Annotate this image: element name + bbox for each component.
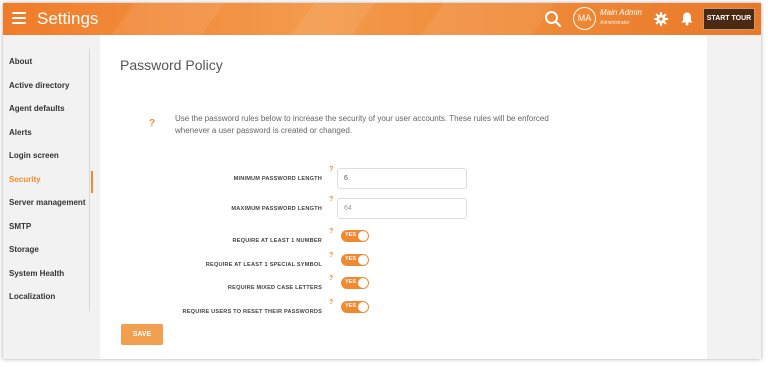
sidebar-item-login-screen[interactable]: Login screen (9, 147, 91, 165)
require-symbol-toggle[interactable]: YES (341, 254, 369, 266)
toggle-knob (358, 302, 368, 312)
require-reset-help-icon[interactable]: ? (329, 299, 333, 306)
start-tour-button[interactable]: START TOUR (703, 8, 755, 30)
max-length-help-icon[interactable]: ? (329, 196, 333, 203)
toggle-knob (358, 278, 368, 288)
toggle-state: YES (345, 256, 357, 262)
user-role: Administrator (600, 20, 630, 26)
menu-icon[interactable] (12, 12, 26, 24)
require-mixed-case-label: REQUIRE MIXED CASE LETTERS (227, 285, 322, 291)
require-reset-toggle[interactable]: YES (341, 301, 369, 313)
main-panel: Password Policy ? Use the password rules… (100, 35, 707, 359)
max-length-label: MAXIMUM PASSWORD LENGTH (231, 206, 322, 212)
max-length-input[interactable]: 64 (337, 198, 467, 219)
require-reset-label: REQUIRE USERS TO RESET THEIR PASSWORDS (182, 309, 322, 315)
sidebar: About Active directory Agent defaults Al… (3, 35, 100, 359)
search-icon[interactable] (544, 10, 562, 28)
sidebar-item-localization[interactable]: Localization (9, 288, 91, 306)
top-bar: Settings MA Main Admin Administrator STA… (3, 3, 761, 35)
header-decoration (421, 3, 555, 35)
sidebar-item-about[interactable]: About (9, 53, 91, 71)
min-length-input[interactable]: 6 (337, 168, 467, 189)
sidebar-item-agent-defaults[interactable]: Agent defaults (9, 100, 91, 118)
header-decoration (111, 3, 225, 35)
min-length-help-icon[interactable]: ? (329, 166, 333, 173)
app-window: Settings MA Main Admin Administrator STA… (3, 3, 761, 359)
gear-icon[interactable] (654, 12, 668, 26)
user-name[interactable]: Main Admin (600, 8, 642, 17)
require-symbol-help-icon[interactable]: ? (329, 252, 333, 259)
require-symbol-label: REQUIRE AT LEAST 1 SPECIAL SYMBOL (205, 262, 322, 268)
toggle-state: YES (345, 232, 357, 238)
toggle-state: YES (345, 279, 357, 285)
sidebar-item-alerts[interactable]: Alerts (9, 124, 91, 142)
bell-icon[interactable] (680, 11, 694, 26)
sidebar-item-storage[interactable]: Storage (9, 241, 91, 259)
sidebar-item-active-directory[interactable]: Active directory (9, 77, 91, 95)
sidebar-item-smtp[interactable]: SMTP (9, 218, 91, 236)
intro-text: Use the password rules below to increase… (175, 114, 549, 135)
save-button[interactable]: SAVE (121, 324, 163, 345)
toggle-knob (358, 255, 368, 265)
sidebar-item-security[interactable]: Security (9, 171, 93, 193)
avatar[interactable]: MA (573, 7, 596, 30)
toggle-knob (358, 231, 368, 241)
right-gutter (707, 35, 761, 359)
require-number-toggle[interactable]: YES (341, 230, 369, 242)
require-mixed-case-help-icon[interactable]: ? (329, 275, 333, 282)
header-decoration (291, 3, 375, 35)
require-number-help-icon[interactable]: ? (329, 228, 333, 235)
min-length-label: MINIMUM PASSWORD LENGTH (233, 176, 322, 182)
toggle-state: YES (345, 303, 357, 309)
page-title: Password Policy (120, 57, 223, 73)
require-mixed-case-toggle[interactable]: YES (341, 277, 369, 289)
require-number-label: REQUIRE AT LEAST 1 NUMBER (232, 238, 322, 244)
sidebar-item-system-health[interactable]: System Health (9, 265, 91, 283)
app-title: Settings (37, 9, 99, 28)
help-icon[interactable]: ? (149, 118, 155, 129)
sidebar-item-server-management[interactable]: Server management (9, 194, 91, 212)
